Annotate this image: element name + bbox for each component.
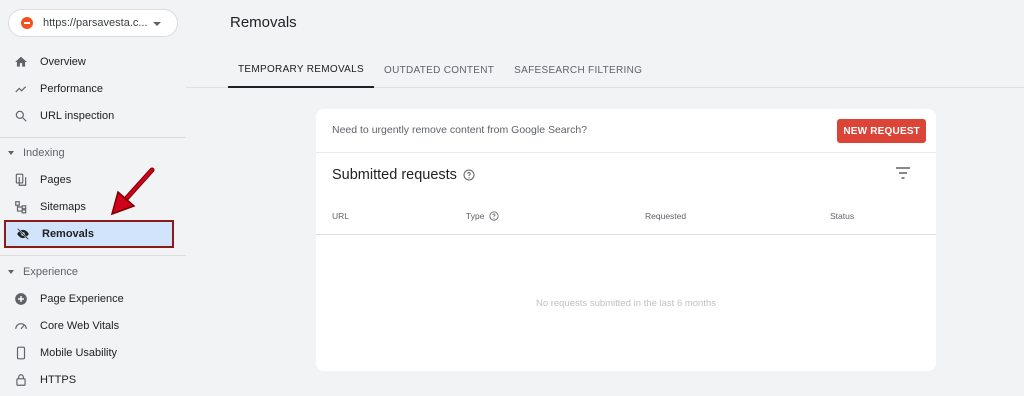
site-favicon-icon <box>21 17 33 29</box>
column-label: URL <box>332 211 350 221</box>
page-title: Removals <box>230 14 297 31</box>
column-label: Type <box>466 211 485 221</box>
phone-icon <box>14 346 28 360</box>
sidebar-item-label: HTTPS <box>40 374 77 386</box>
sidebar-item-https[interactable]: HTTPS <box>4 367 174 393</box>
sidebar-item-page-experience[interactable]: Page Experience <box>4 286 174 312</box>
plus-circle-icon <box>14 292 28 306</box>
sidebar-item-mobile-usability[interactable]: Mobile Usability <box>4 340 174 366</box>
sidebar-item-removals[interactable]: Removals <box>4 220 174 248</box>
sidebar-item-label: URL inspection <box>40 110 115 122</box>
sidebar-item-label: Overview <box>40 56 86 68</box>
removal-prompt: Need to urgently remove content from Goo… <box>332 124 588 136</box>
help-icon[interactable] <box>463 169 475 181</box>
sidebar-item-url-inspection[interactable]: URL inspection <box>4 103 174 129</box>
section-toggle-indexing[interactable]: Indexing <box>8 145 65 161</box>
column-header-type[interactable]: Type <box>466 211 500 221</box>
sidebar-item-label: Sitemaps <box>40 201 86 213</box>
column-label: Requested <box>645 211 687 221</box>
sidebar-item-label: Core Web Vitals <box>40 320 120 332</box>
section-toggle-experience[interactable]: Experience <box>8 264 78 280</box>
sidebar-item-performance[interactable]: Performance <box>4 76 174 102</box>
section-title: Experience <box>23 266 79 278</box>
column-header-requested[interactable]: Requested <box>645 211 686 221</box>
eye-off-icon <box>16 227 30 241</box>
pages-icon <box>14 173 28 187</box>
sidebar-item-label: Pages <box>40 174 72 186</box>
lock-icon <box>14 373 28 387</box>
tab-temporary-removals[interactable]: TEMPORARY REMOVALS <box>228 52 374 88</box>
removals-card: Need to urgently remove content from Goo… <box>316 109 936 371</box>
sidebar: https://parsavesta.c... Overview Perform… <box>0 0 186 396</box>
sitemap-icon <box>14 200 28 214</box>
card-header: Need to urgently remove content from Goo… <box>316 109 936 153</box>
filter-icon[interactable] <box>896 167 910 179</box>
sidebar-item-label: Mobile Usability <box>40 347 118 359</box>
pointer-arrow-icon <box>110 167 155 216</box>
gauge-icon <box>14 319 28 333</box>
column-header-status[interactable]: Status <box>830 211 854 221</box>
section-title: Indexing <box>23 147 65 159</box>
property-selector[interactable]: https://parsavesta.c... <box>8 9 178 37</box>
caret-down-icon <box>153 22 161 26</box>
tab-safesearch-filtering[interactable]: SAFESEARCH FILTERING <box>504 52 652 88</box>
collapse-icon <box>8 270 14 274</box>
help-icon[interactable] <box>489 211 500 221</box>
empty-state-message: No requests submitted in the last 6 mont… <box>535 298 717 309</box>
submitted-requests-heading: Submitted requests <box>332 167 475 183</box>
sidebar-item-label: Page Experience <box>40 293 124 305</box>
tab-outdated-content[interactable]: OUTDATED CONTENT <box>374 52 504 88</box>
sidebar-divider <box>0 255 186 256</box>
home-icon <box>14 55 28 69</box>
sidebar-item-label: Performance <box>40 83 103 95</box>
submitted-requests-title: Submitted requests <box>332 167 457 183</box>
column-label: Status <box>830 211 855 221</box>
sidebar-divider <box>0 137 186 138</box>
new-request-button[interactable]: NEW REQUEST <box>837 119 926 143</box>
table-header: URL Type Requested Status <box>316 201 936 235</box>
collapse-icon <box>8 151 14 155</box>
tab-bar: TEMPORARY REMOVALS OUTDATED CONTENT SAFE… <box>228 52 652 88</box>
trending-up-icon <box>14 82 28 96</box>
property-url: https://parsavesta.c... <box>43 17 148 29</box>
search-icon <box>14 109 28 123</box>
sidebar-item-label: Removals <box>42 228 94 240</box>
sidebar-item-core-web-vitals[interactable]: Core Web Vitals <box>4 313 174 339</box>
sidebar-item-overview[interactable]: Overview <box>4 49 174 75</box>
column-header-url[interactable]: URL <box>332 211 349 221</box>
